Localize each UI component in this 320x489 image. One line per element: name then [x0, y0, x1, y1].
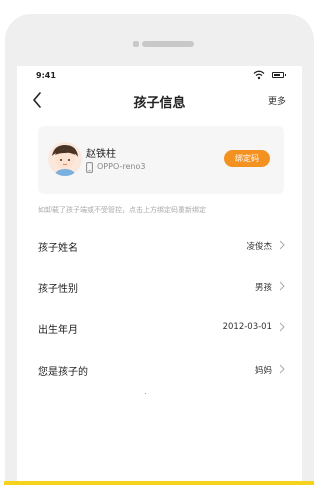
chevron-right-icon — [279, 322, 285, 332]
rebind-hint: 如卸载了孩子端或不受管控，点击上方绑定码重新绑定 — [38, 206, 206, 214]
row-value: 妈妈 — [254, 366, 272, 376]
bind-code-button[interactable]: 绑定码 — [224, 150, 270, 167]
row-child-name[interactable]: 孩子姓名 凌俊杰 — [38, 229, 286, 263]
row-value: 男孩 — [254, 283, 272, 293]
row-label: 孩子姓名 — [38, 243, 78, 254]
chevron-right-icon — [279, 364, 285, 374]
battery-icon — [272, 72, 286, 78]
row-birth-date[interactable]: 出生年月 2012-03-01 — [38, 311, 286, 345]
phone-icon — [86, 162, 93, 173]
status-bar: 9:41 — [17, 66, 302, 86]
child-avatar — [48, 142, 82, 176]
wifi-icon — [253, 70, 265, 80]
phone-speaker — [133, 41, 195, 47]
row-value: 2012-03-01 — [222, 322, 272, 332]
divider-dot — [145, 393, 146, 394]
page-title: 孩子信息 — [133, 96, 186, 111]
child-profile-card: 赵铁柱 OPPO-reno3 绑定码 — [38, 126, 284, 194]
device-name: OPPO-reno3 — [97, 162, 146, 171]
row-relationship[interactable]: 您是孩子的 妈妈 — [38, 353, 286, 387]
status-time: 9:41 — [36, 71, 56, 80]
chevron-right-icon — [279, 240, 285, 250]
row-child-gender[interactable]: 孩子性别 男孩 — [38, 270, 286, 304]
row-label: 孩子性别 — [38, 284, 78, 295]
row-label: 您是孩子的 — [38, 367, 88, 378]
row-value: 凌俊杰 — [246, 242, 272, 252]
more-button[interactable]: 更多 — [268, 94, 286, 107]
child-name: 赵铁柱 — [86, 149, 116, 160]
chevron-right-icon — [279, 281, 285, 291]
app-screen: 9:41 孩子信息 更多 赵铁柱 OPPO-reno3 绑定码 如卸载了孩子端或… — [17, 66, 302, 484]
phone-frame: 9:41 孩子信息 更多 赵铁柱 OPPO-reno3 绑定码 如卸载了孩子端或… — [5, 14, 314, 484]
bottom-accent-strip — [4, 481, 314, 485]
nav-bar: 孩子信息 更多 — [17, 86, 302, 116]
row-label: 出生年月 — [38, 325, 78, 336]
